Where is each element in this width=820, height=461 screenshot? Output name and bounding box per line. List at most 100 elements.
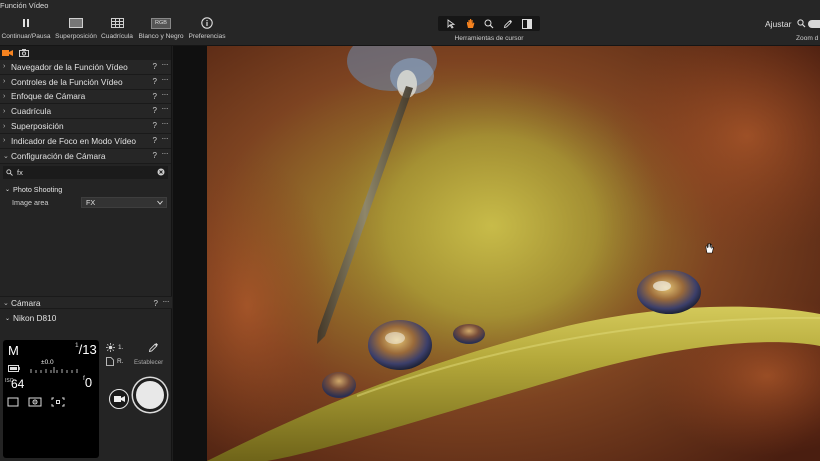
image-area-select[interactable]: FX — [81, 197, 167, 209]
split-view-icon — [521, 18, 532, 29]
file-format-value: R. — [117, 358, 124, 365]
iso-value[interactable]: 64 — [11, 377, 24, 391]
chevron-right-icon: › — [3, 63, 6, 71]
panel-camera[interactable]: ⌄ Cámara ? ··· — [0, 296, 172, 309]
zoom-label: Zoom d — [796, 35, 819, 42]
hand-icon — [466, 19, 475, 28]
camera-controls: 1. R. Establecer — [104, 340, 168, 458]
video-camera-icon — [2, 50, 13, 56]
help-icon[interactable]: ? — [153, 77, 157, 86]
eyedropper-tool-button[interactable] — [501, 17, 515, 30]
pause-icon — [21, 13, 31, 33]
panel-grid[interactable]: › Cuadrícula ? ··· — [0, 104, 171, 120]
exposure-compensation[interactable]: ±0.0 — [41, 359, 54, 366]
help-icon[interactable]: ? — [153, 136, 157, 145]
more-options-icon[interactable]: ··· — [162, 75, 169, 84]
compare-view-button[interactable] — [520, 17, 534, 30]
set-button[interactable]: Establecer — [134, 359, 163, 366]
live-view-image[interactable] — [207, 46, 820, 461]
image-area-label: Image area — [12, 198, 49, 208]
help-icon[interactable]: ? — [154, 299, 158, 308]
black-white-button[interactable]: RGB Blanco y Negro — [136, 13, 186, 46]
record-button[interactable] — [109, 389, 129, 409]
magnifier-icon — [484, 19, 494, 28]
search-input[interactable] — [17, 167, 147, 177]
panel-camera-settings[interactable]: ⌄ Configuración de Cámara ? ··· — [0, 148, 171, 164]
camera-info-display: M 1/13 ±0.0 ISO 64 f0 — [3, 340, 99, 458]
more-options-icon[interactable]: ··· — [162, 104, 169, 113]
help-icon[interactable]: ? — [153, 151, 157, 160]
panel-tabs — [0, 46, 171, 60]
af-area-icon[interactable] — [51, 397, 65, 407]
metering-icon[interactable] — [28, 397, 42, 407]
fit-button[interactable]: Ajustar — [765, 19, 791, 29]
chevron-right-icon: › — [3, 122, 6, 130]
more-options-icon[interactable]: ··· — [162, 149, 169, 158]
file-icon — [106, 357, 114, 366]
select-cursor-button[interactable] — [444, 17, 458, 30]
rgb-icon: RGB — [151, 13, 171, 33]
photo-shooting-header[interactable]: ⌄ Photo Shooting — [0, 185, 171, 194]
help-icon[interactable]: ? — [153, 92, 157, 101]
play-pause-label: Continuar/Pausa — [1, 33, 51, 40]
camera-mode-icons — [7, 397, 65, 407]
eyedropper-icon[interactable] — [148, 342, 159, 353]
chevron-right-icon: › — [3, 107, 6, 115]
aperture-value: 0 — [84, 375, 93, 390]
camera-section: ⌄ Cámara ? ··· ⌄ Nikon D810 — [0, 296, 172, 325]
hand-tool-button[interactable] — [463, 17, 477, 30]
file-format-row[interactable]: R. — [106, 357, 124, 366]
image-area-icon[interactable] — [7, 397, 19, 407]
panel-video-navigator[interactable]: › Navegador de la Función Vídeo ? ··· — [0, 60, 171, 75]
image-area-row: Image area FX — [0, 197, 171, 209]
cursor-tools-label: Herramientas de cursor — [454, 35, 524, 42]
more-options-icon[interactable]: ··· — [162, 134, 169, 143]
play-pause-button[interactable]: Continuar/Pausa — [0, 13, 52, 46]
preferences-button[interactable]: Preferencias — [187, 13, 227, 46]
chevron-right-icon: › — [3, 92, 6, 100]
aperture[interactable]: f0 — [83, 375, 92, 390]
clear-icon[interactable] — [157, 168, 165, 176]
more-options-icon[interactable]: ··· — [162, 90, 169, 99]
title-bar: Función Vídeo — [0, 0, 820, 13]
panel-overlay[interactable]: › Superposición ? ··· — [0, 119, 171, 134]
image-area-value: FX — [86, 198, 96, 208]
rgb-badge: RGB — [151, 17, 171, 29]
preferences-label: Preferencias — [188, 33, 226, 40]
photo-shooting-label: Photo Shooting — [13, 184, 63, 194]
white-balance-row[interactable]: 1. — [106, 343, 123, 352]
search-icon — [6, 168, 13, 176]
info-icon — [201, 13, 213, 33]
chevron-down-icon: ⌄ — [5, 315, 11, 322]
shutter-speed[interactable]: 1/13 — [75, 342, 97, 357]
shutter-denominator: 13 — [82, 342, 97, 357]
zoom-tool-button[interactable] — [482, 17, 496, 30]
panel-video-controls[interactable]: › Controles de la Función Vídeo ? ··· — [0, 74, 171, 90]
panel-focus-indicator[interactable]: › Indicador de Foco en Modo Vídeo ? ··· — [0, 133, 171, 149]
grid-button[interactable]: Cuadrícula — [100, 13, 134, 46]
shutter-numerator: 1 — [75, 342, 79, 349]
main-toolbar: Continuar/Pausa Superposición Cuadrícula… — [0, 13, 820, 46]
help-icon[interactable]: ? — [153, 106, 157, 115]
overlay-button[interactable]: Superposición — [54, 13, 98, 46]
more-options-icon[interactable]: ··· — [162, 119, 169, 128]
shutter-release-button[interactable] — [133, 378, 167, 412]
help-icon[interactable]: ? — [153, 62, 157, 71]
macro-water-drops-photo — [207, 46, 820, 461]
video-record-icon — [113, 396, 125, 402]
more-options-icon[interactable]: ··· — [162, 60, 169, 69]
zoom-toggle[interactable] — [808, 20, 820, 28]
camera-model-row[interactable]: ⌄ Nikon D810 — [0, 311, 172, 325]
camera-icon — [19, 49, 29, 57]
panel-label: Superposición — [11, 121, 64, 132]
panel-camera-focus[interactable]: › Enfoque de Cámara ? ··· — [0, 89, 171, 105]
battery-icon — [8, 365, 20, 372]
camera-section-label: Cámara — [11, 297, 41, 308]
chevron-down-icon: ⌄ — [3, 152, 9, 160]
panel-label: Navegador de la Función Vídeo — [11, 61, 128, 72]
more-options-icon[interactable]: ··· — [163, 297, 170, 306]
help-icon[interactable]: ? — [153, 121, 157, 130]
camera-model: Nikon D810 — [13, 313, 57, 323]
exposure-mode[interactable]: M — [8, 343, 19, 358]
panel-label: Configuración de Cámara — [11, 150, 106, 161]
